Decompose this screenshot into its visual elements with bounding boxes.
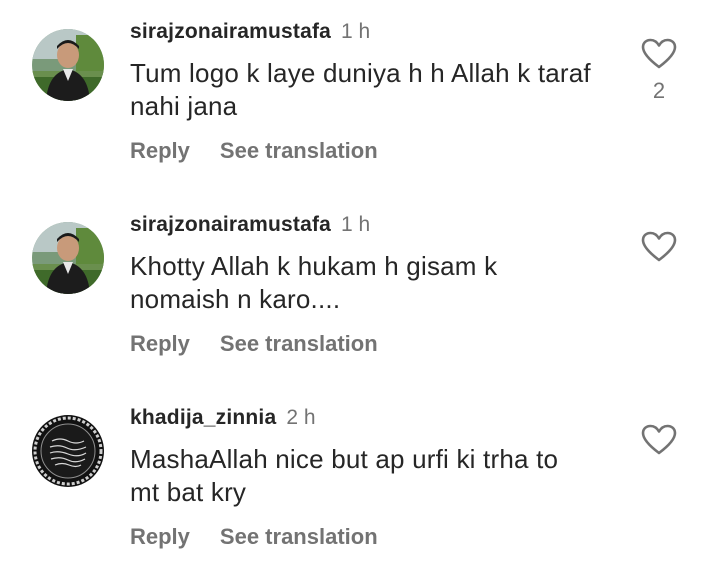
like-count: 2 [652,78,666,103]
avatar[interactable] [32,222,104,294]
comment-text: Khotty Allah k hukam h gisam k nomaish n… [130,251,498,314]
reply-button[interactable]: Reply [130,136,190,166]
like-button[interactable] [641,231,677,263]
username[interactable]: sirajzonairamustafa [130,213,331,236]
heart-outline-icon [641,424,677,455]
user-photo-icon [32,29,104,101]
heart-outline-icon [641,231,677,262]
comment-text: Tum logo k laye duniya h h Allah k taraf… [130,58,591,121]
comment-item: sirajzonairamustafa 1 h Tum logo k laye d… [0,0,720,193]
comment-header: sirajzonairamustafa 1 h [130,210,370,240]
comment-time: 1 h [341,20,371,43]
like-button[interactable] [641,424,677,456]
comment-time: 2 h [286,406,316,429]
avatar[interactable] [32,415,104,487]
heart-outline-icon [641,38,677,69]
comment-actions: Reply See translation [130,329,378,359]
comment-item: sirajzonairamustafa 1 h Khotty Allah k hu… [0,193,720,386]
reply-button[interactable]: Reply [130,329,190,359]
comment-header: khadija_zinnia 2 h [130,403,316,433]
see-translation-button[interactable]: See translation [220,522,378,552]
see-translation-button[interactable]: See translation [220,136,378,166]
username[interactable]: khadija_zinnia [130,406,276,429]
avatar[interactable] [32,29,104,101]
comment-item: khadija_zinnia 2 h MashaAllah nice but ap… [0,386,720,579]
like-button[interactable] [641,38,677,70]
calligraphy-avatar-icon [32,415,104,487]
comment-header: sirajzonairamustafa 1 h [130,17,370,47]
user-photo-icon [32,222,104,294]
comment-actions: Reply See translation [130,136,378,166]
comment-actions: Reply See translation [130,522,378,552]
reply-button[interactable]: Reply [130,522,190,552]
username[interactable]: sirajzonairamustafa [130,20,331,43]
comment-time: 1 h [341,213,371,236]
see-translation-button[interactable]: See translation [220,329,378,359]
comment-text: MashaAllah nice but ap urfi ki trha to m… [130,444,559,507]
